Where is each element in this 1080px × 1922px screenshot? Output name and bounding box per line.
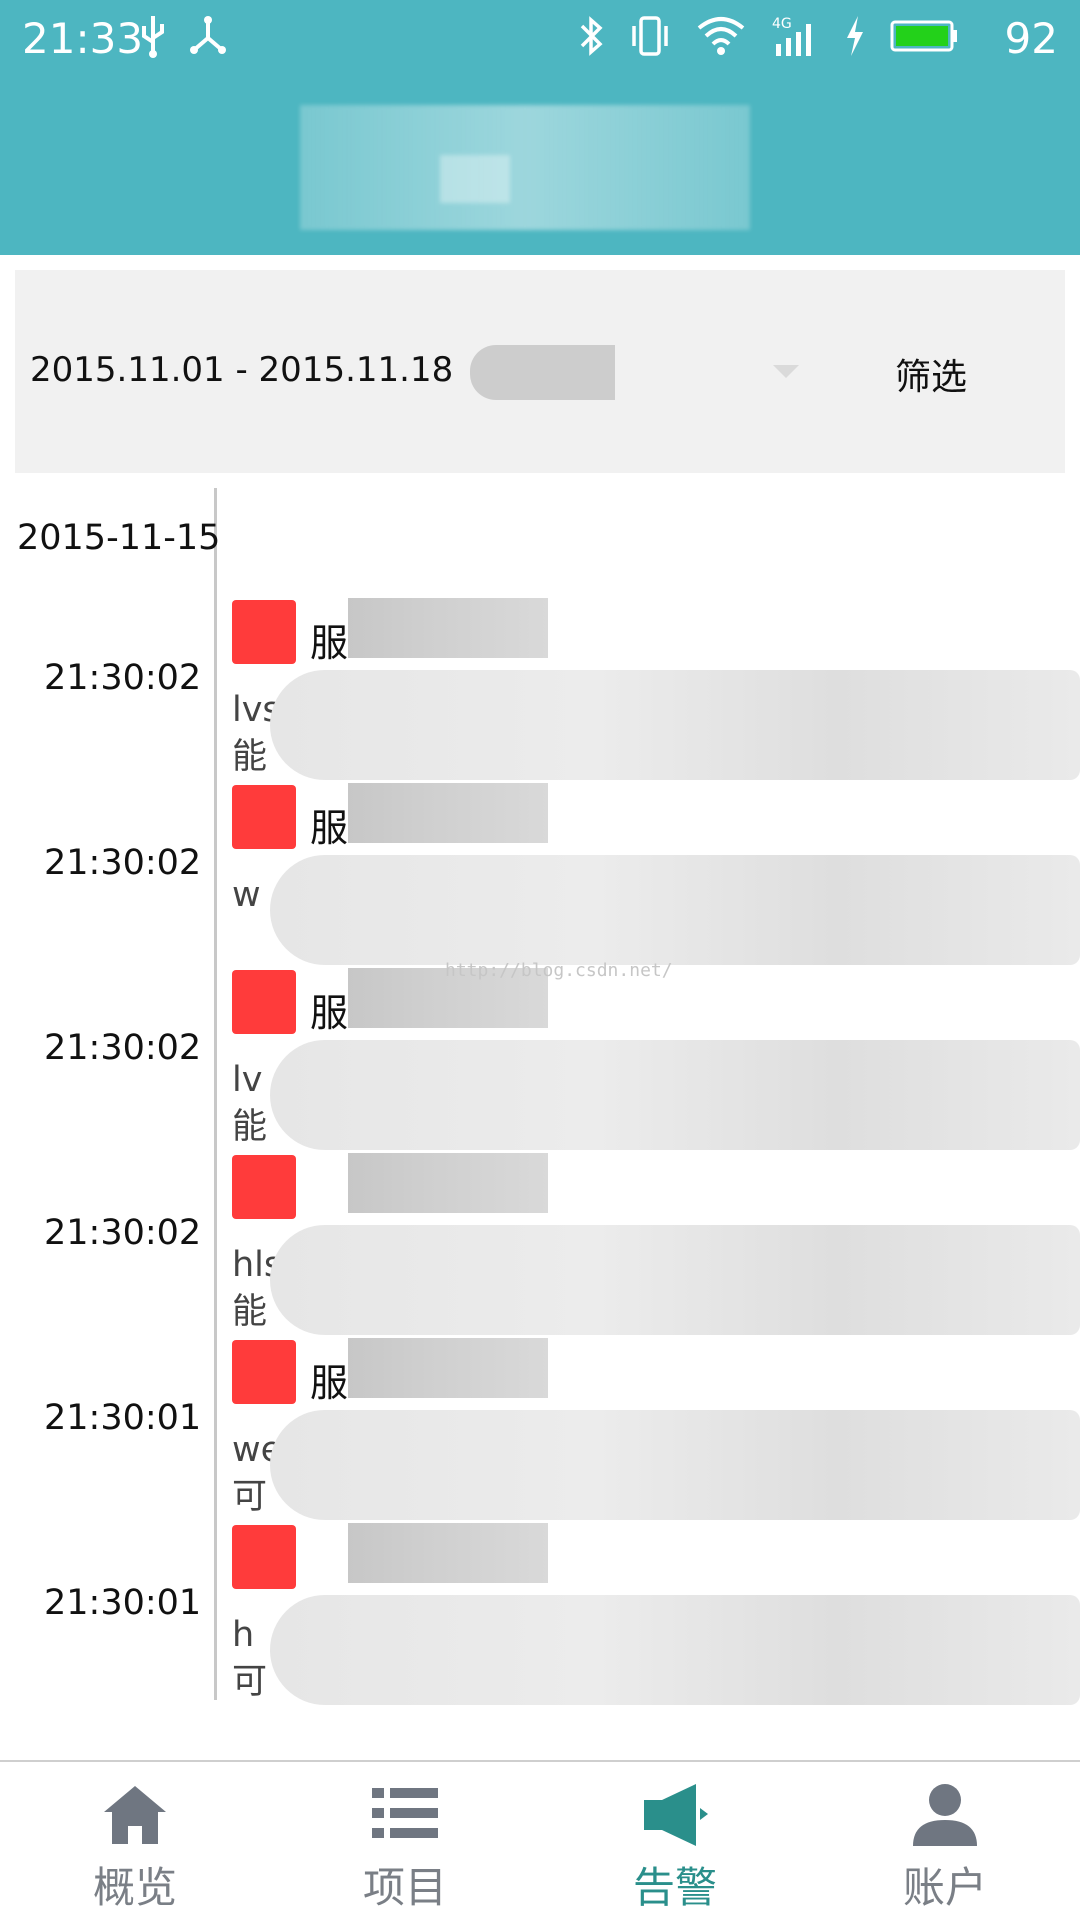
- alert-title: 服: [310, 991, 349, 1035]
- redaction-blur: [348, 1523, 548, 1583]
- timeline-date: 2015-11-15: [17, 518, 221, 558]
- nav-projects[interactable]: 项目: [270, 1762, 540, 1922]
- bottom-nav: 概览 项目 告警 账户: [0, 1760, 1080, 1922]
- alert-item[interactable]: 21:30:02 服 lv 能: [0, 968, 1080, 1155]
- alert-message: 可: [232, 1477, 268, 1517]
- redaction-blur: [348, 783, 548, 843]
- list-icon: [372, 1788, 438, 1838]
- cellular-4g-icon: 4G: [770, 14, 820, 68]
- redaction-blur: [270, 855, 1080, 965]
- alert-title: 服: [310, 1361, 349, 1405]
- alert-item[interactable]: 21:30:02 hls2 能: [0, 1153, 1080, 1340]
- redaction-blur: [270, 1225, 1080, 1335]
- nav-label: 概览: [92, 1863, 177, 1912]
- chevron-down-icon[interactable]: [773, 365, 799, 378]
- wifi-icon: [696, 14, 746, 68]
- status-bar: 21:33 4G 92: [0, 0, 1080, 80]
- alert-item[interactable]: 21:30:01 h 可: [0, 1523, 1080, 1710]
- alert-time: 21:30:02: [44, 658, 202, 698]
- charging-icon: [844, 14, 866, 68]
- bluetooth-icon: [578, 14, 604, 68]
- alert-title: 服: [310, 621, 349, 665]
- alert-severity-icon: [232, 785, 296, 849]
- vibrate-icon: [628, 14, 672, 68]
- project-select-redacted[interactable]: [470, 345, 615, 400]
- alert-host: h: [232, 1615, 255, 1655]
- watermark-text: http://blog.csdn.net/: [445, 960, 673, 981]
- alert-time: 21:30:02: [44, 1213, 202, 1253]
- redaction-blur: [270, 1410, 1080, 1520]
- alert-severity-icon: [232, 1525, 296, 1589]
- home-icon: [104, 1786, 166, 1844]
- alert-time: 21:30:02: [44, 843, 202, 883]
- filter-bar: 2015.11.01 - 2015.11.18 筛选: [15, 270, 1065, 473]
- alert-message: 能: [232, 737, 268, 777]
- nav-alerts[interactable]: 告警: [540, 1762, 810, 1922]
- alert-severity-icon: [232, 600, 296, 664]
- alert-host: w: [232, 875, 261, 915]
- alert-time: 21:30:01: [44, 1583, 202, 1623]
- alarm-megaphone-icon: [644, 1784, 708, 1846]
- alert-severity-icon: [232, 970, 296, 1034]
- alert-title: 服: [310, 806, 349, 850]
- redaction-blur: [348, 598, 548, 658]
- alert-item[interactable]: 21:30:02 服 w: [0, 783, 1080, 970]
- user-icon: [913, 1784, 977, 1846]
- filter-button[interactable]: 筛选: [895, 348, 967, 400]
- usb-icon: [138, 14, 168, 68]
- app-header: 21:33 4G 92: [0, 0, 1080, 255]
- battery-icon: [890, 14, 960, 68]
- battery-percent: 92: [1004, 14, 1058, 63]
- alert-severity-icon: [232, 1155, 296, 1219]
- alert-host: lv: [232, 1060, 263, 1100]
- alert-severity-icon: [232, 1340, 296, 1404]
- share-icon: [190, 14, 226, 68]
- nav-account[interactable]: 账户: [810, 1762, 1080, 1922]
- nav-label: 账户: [902, 1863, 987, 1912]
- svg-text:4G: 4G: [772, 16, 792, 32]
- nav-label: 项目: [362, 1863, 447, 1912]
- redaction-blur: [348, 1153, 548, 1213]
- alert-item[interactable]: 21:30:01 服 web2 可: [0, 1338, 1080, 1525]
- redaction-blur: [270, 670, 1080, 780]
- status-time: 21:33: [22, 14, 144, 63]
- date-range[interactable]: 2015.11.01 - 2015.11.18: [30, 350, 453, 390]
- nav-label: 告警: [632, 1863, 717, 1912]
- redaction-blur: [270, 1595, 1080, 1705]
- page-title-redacted: [300, 105, 750, 230]
- alert-message: 能: [232, 1107, 268, 1147]
- redaction-blur: [270, 1040, 1080, 1150]
- alert-time: 21:30:02: [44, 1028, 202, 1068]
- alert-time: 21:30:01: [44, 1398, 202, 1438]
- alert-message: 能: [232, 1292, 268, 1332]
- alert-message: 可: [232, 1662, 268, 1702]
- nav-overview[interactable]: 概览: [0, 1762, 270, 1922]
- alert-item[interactable]: 21:30:02 服 lvs 能: [0, 598, 1080, 785]
- redaction-blur: [348, 1338, 548, 1398]
